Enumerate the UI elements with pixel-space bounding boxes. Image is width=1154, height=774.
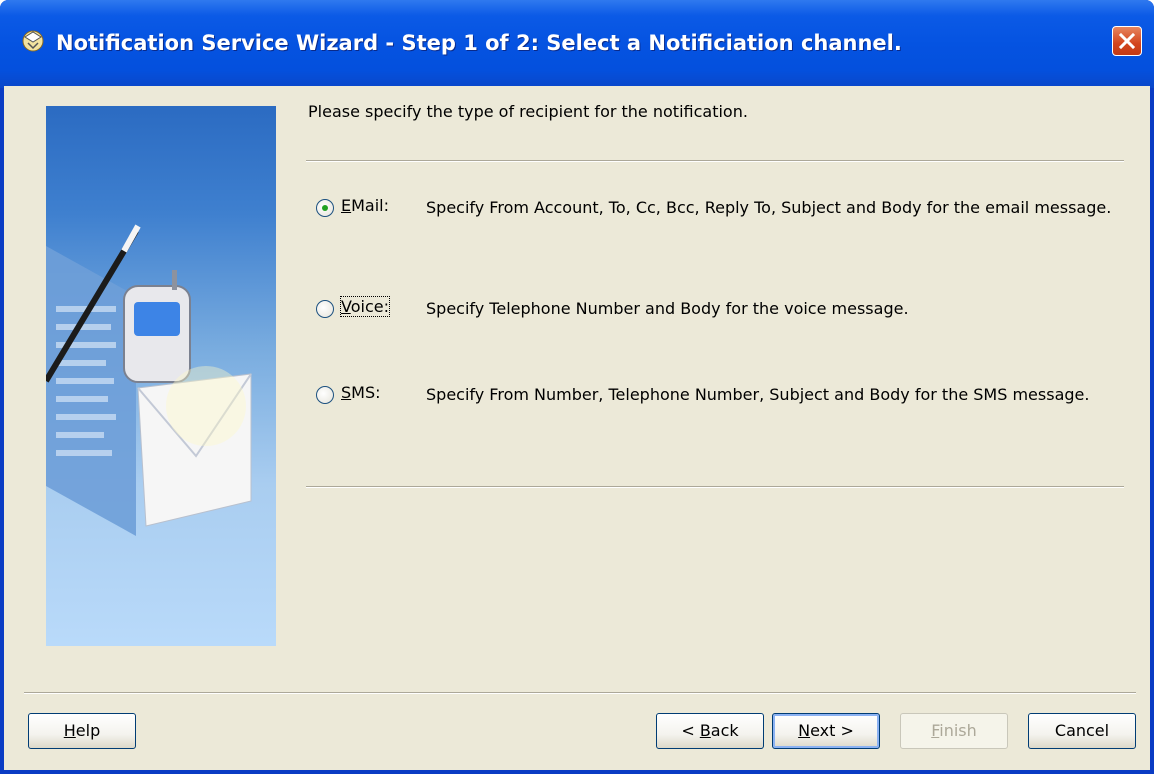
back-mnemonic: B: [699, 721, 711, 740]
title-bar[interactable]: Notification Service Wizard - Step 1 of …: [0, 0, 1154, 88]
top-separator: [306, 160, 1124, 162]
cancel-button[interactable]: Cancel: [1028, 713, 1136, 749]
button-bar-separator: [24, 692, 1136, 694]
sms-label-text: MS:: [351, 383, 381, 402]
next-button[interactable]: Next >: [772, 713, 880, 749]
next-mnemonic: N: [798, 721, 811, 740]
voice-description: Specify Telephone Number and Body for th…: [426, 299, 909, 318]
bottom-content-separator: [306, 486, 1124, 488]
voice-radio[interactable]: [316, 300, 334, 318]
window-bottom-border: [0, 770, 1154, 774]
back-label: ack: [710, 721, 739, 740]
finish-label: inish: [939, 721, 977, 740]
help-label: elp: [75, 721, 101, 740]
cancel-label: Cancel: [1054, 721, 1110, 740]
sms-label[interactable]: SMS:: [341, 383, 381, 402]
sms-radio[interactable]: [316, 386, 334, 404]
mnemonic-e: E: [341, 196, 352, 215]
email-description: Specify From Account, To, Cc, Bcc, Reply…: [426, 198, 1112, 217]
email-radio[interactable]: [316, 199, 334, 217]
email-label[interactable]: EMail:: [341, 196, 389, 215]
email-label-text: Mail:: [351, 196, 389, 215]
wizard-window: Notification Service Wizard - Step 1 of …: [0, 0, 1154, 774]
help-button[interactable]: Help: [28, 713, 136, 749]
sms-description: Specify From Number, Telephone Number, S…: [426, 385, 1090, 404]
window-title: Notification Service Wizard - Step 1 of …: [56, 31, 902, 55]
radio-selected-dot: [322, 205, 328, 211]
finish-button[interactable]: Finish: [900, 713, 1008, 749]
close-icon: [1118, 32, 1136, 50]
close-button[interactable]: [1112, 26, 1142, 56]
next-label: ext >: [810, 721, 854, 740]
mnemonic-s: S: [341, 383, 352, 402]
mnemonic-v: V: [341, 297, 351, 316]
back-prefix: <: [681, 721, 700, 740]
wizard-body: Please specify the type of recipient for…: [4, 86, 1150, 770]
wizard-app-icon: [20, 28, 46, 54]
instruction-text: Please specify the type of recipient for…: [308, 102, 748, 121]
voice-label-text: oice:: [350, 297, 389, 316]
back-button[interactable]: < Back: [656, 713, 764, 749]
voice-label[interactable]: Voice:: [340, 296, 390, 317]
help-mnemonic: H: [63, 721, 76, 740]
notification-illustration: [46, 106, 276, 646]
